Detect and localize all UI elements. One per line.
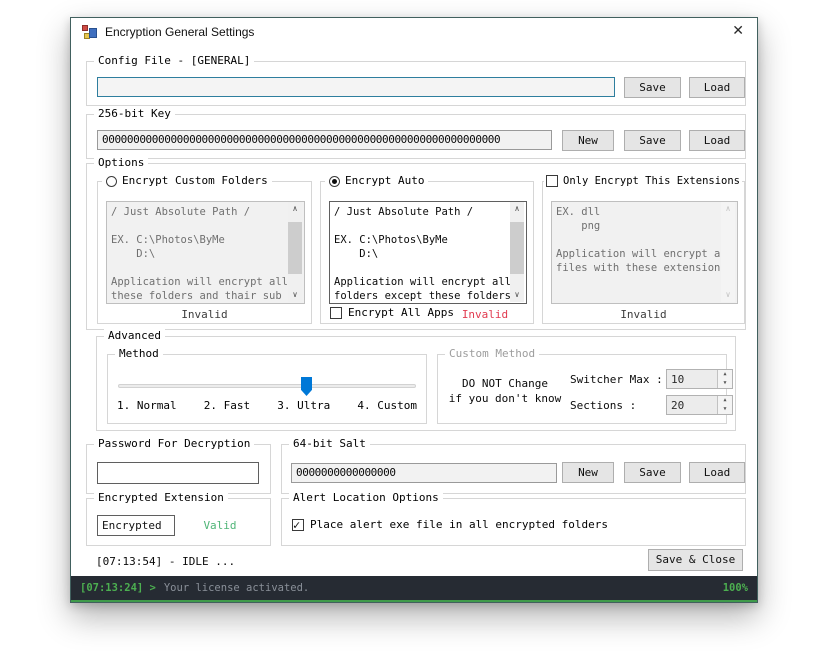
extension-input[interactable] [97,515,175,536]
spin-up-icon[interactable]: ▲ [718,396,732,405]
method-slider-thumb[interactable] [301,377,312,396]
key-save-button[interactable]: Save [624,130,681,151]
method-legend: Method [115,347,163,361]
method-tick-normal: 1. Normal [117,399,177,412]
close-icon[interactable]: ✕ [732,23,744,39]
extensions-label[interactable]: Only Encrypt This Extensions [563,174,740,188]
encrypt-auto-radio[interactable] [329,176,340,187]
key-new-button[interactable]: New [562,130,614,151]
extension-status: Valid [179,519,261,532]
extension-group: Encrypted Extension Valid [86,498,271,546]
console-bar: [07:13:24] > Your license activated. 100… [71,576,757,602]
spin-down-icon[interactable]: ▼ [718,405,732,414]
custom-folders-label[interactable]: Encrypt Custom Folders [122,174,268,188]
method-slider-track[interactable] [118,384,416,388]
salt-load-button[interactable]: Load [689,462,745,483]
password-legend: Password For Decryption [94,437,254,451]
config-save-button[interactable]: Save [624,77,681,98]
scroll-up-icon[interactable]: ∧ [510,202,524,216]
config-file-input[interactable] [97,77,615,97]
sections-stepper[interactable]: 20 ▲ ▼ [666,395,733,415]
spin-down-icon[interactable]: ▼ [718,379,732,388]
custom-folders-radio[interactable] [106,176,117,187]
console-progress: 100% [723,582,748,594]
extensions-status: Invalid [543,308,744,321]
custom-folders-panel: Encrypt Custom Folders / Just Absolute P… [97,181,312,324]
method-tick-fast: 2. Fast [204,399,250,412]
alert-legend: Alert Location Options [289,491,443,505]
method-tick-ultra: 3. Ultra [277,399,330,412]
title-bar: Encryption General Settings ✕ [71,18,757,46]
sections-spin-buttons: ▲ ▼ [717,396,732,414]
console-message: Your license activated. [164,582,309,594]
advanced-group: Advanced Method 1. Normal 2. Fast 3. Ult… [96,336,736,431]
window-title: Encryption General Settings [105,18,254,46]
scroll-down-icon[interactable]: ∨ [721,288,735,302]
alert-group: Alert Location Options Place alert exe f… [281,498,746,546]
spin-up-icon[interactable]: ▲ [718,370,732,379]
custom-folders-status: Invalid [98,308,311,321]
extensions-scrollbar[interactable]: ∧ ∨ [721,202,735,302]
scroll-down-icon[interactable]: ∨ [288,288,302,302]
switcher-max-stepper[interactable]: 10 ▲ ▼ [666,369,733,389]
method-tick-labels: 1. Normal 2. Fast 3. Ultra 4. Custom [117,399,417,412]
encrypt-auto-panel: Encrypt Auto / Just Absolute Path / EX. … [320,181,534,324]
switcher-max-spin-buttons: ▲ ▼ [717,370,732,388]
encrypt-auto-label[interactable]: Encrypt Auto [345,174,424,188]
config-file-group: Config File - [GENERAL] Save Load [86,61,746,106]
scroll-up-icon[interactable]: ∧ [721,202,735,216]
key-load-button[interactable]: Load [689,130,745,151]
salt-field[interactable]: 0000000000000000 [291,463,557,483]
app-icon-red-square [82,25,88,31]
status-text: [07:13:54] - IDLE ... [96,555,235,568]
alert-location-checkbox[interactable] [292,519,304,531]
settings-window: Encryption General Settings ✕ Config Fil… [70,17,758,603]
key-field[interactable]: 0000000000000000000000000000000000000000… [97,130,552,150]
encrypt-all-apps-checkbox[interactable] [330,307,342,319]
app-icon [82,25,97,40]
extensions-panel: Only Encrypt This Extensions EX. dll png… [542,181,745,324]
custom-folders-textarea[interactable]: / Just Absolute Path / EX. C:\Photos\ByM… [106,201,305,304]
extensions-checkbox[interactable] [546,175,558,187]
salt-group: 64-bit Salt 0000000000000000 New Save Lo… [281,444,746,494]
encrypt-auto-status: Invalid [455,308,515,321]
console-timestamp: [07:13:24] > [80,582,156,594]
scroll-up-icon[interactable]: ∧ [288,202,302,216]
password-group: Password For Decryption [86,444,271,494]
salt-new-button[interactable]: New [562,462,614,483]
sections-label: Sections : [570,399,636,412]
scroll-thumb[interactable] [510,222,524,274]
method-tick-custom: 4. Custom [357,399,417,412]
options-group: Options Encrypt Custom Folders / Just Ab… [86,163,746,330]
salt-legend: 64-bit Salt [289,437,370,451]
encrypt-all-apps-label[interactable]: Encrypt All Apps [348,306,454,319]
options-legend: Options [94,156,148,170]
custom-method-warning: DO NOT Change if you don't know [442,376,568,406]
password-input[interactable] [97,462,259,484]
config-load-button[interactable]: Load [689,77,745,98]
config-file-legend: Config File - [GENERAL] [94,54,254,68]
sections-value[interactable]: 20 [671,399,684,412]
switcher-max-value[interactable]: 10 [671,373,684,386]
app-icon-blue-square [89,28,97,38]
salt-save-button[interactable]: Save [624,462,681,483]
custom-method-legend: Custom Method [445,347,539,361]
scroll-thumb[interactable] [288,222,302,274]
save-close-button[interactable]: Save & Close [648,549,743,571]
encrypt-auto-scrollbar[interactable]: ∧ ∨ [510,202,524,302]
key-legend: 256-bit Key [94,107,175,121]
advanced-legend: Advanced [104,329,165,343]
alert-location-label[interactable]: Place alert exe file in all encrypted fo… [310,518,608,531]
method-group: Method 1. Normal 2. Fast 3. Ultra 4. Cus… [107,354,427,424]
switcher-max-label: Switcher Max : [570,373,663,386]
extension-legend: Encrypted Extension [94,491,228,505]
extensions-textarea[interactable]: EX. dll png Application will encrypt all… [551,201,738,304]
custom-folders-scrollbar[interactable]: ∧ ∨ [288,202,302,302]
scroll-down-icon[interactable]: ∨ [510,288,524,302]
custom-method-group: Custom Method DO NOT Change if you don't… [437,354,727,424]
encrypt-auto-textarea[interactable]: / Just Absolute Path / EX. C:\Photos\ByM… [329,201,527,304]
key-group: 256-bit Key 0000000000000000000000000000… [86,114,746,159]
